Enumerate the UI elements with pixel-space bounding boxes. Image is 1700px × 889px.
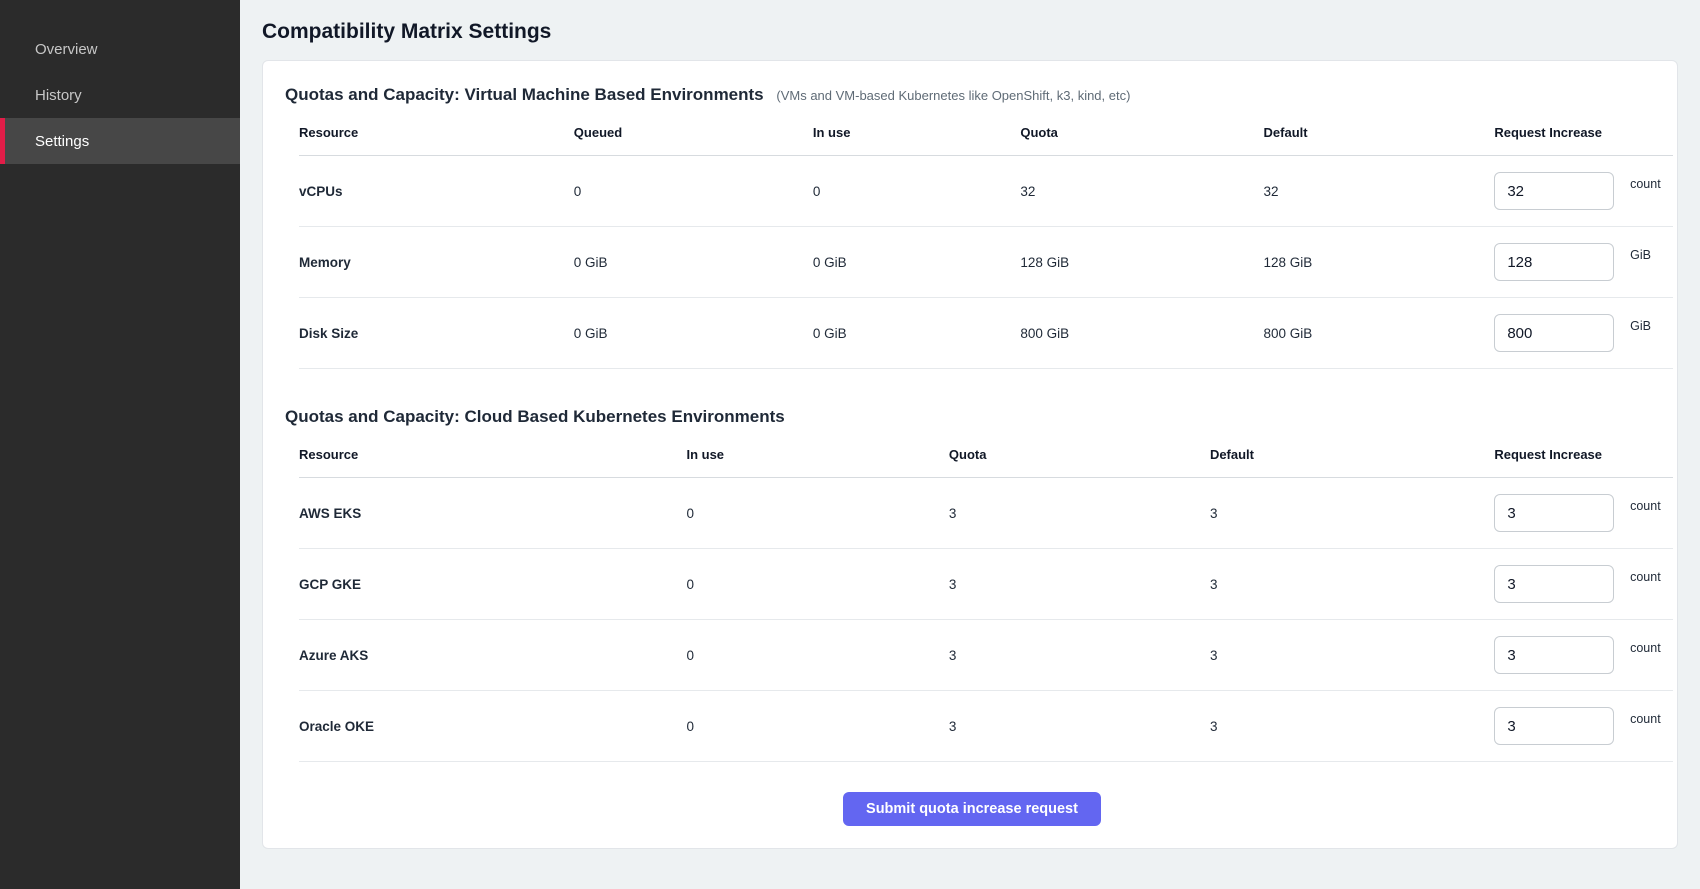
unit-label: count: [1630, 712, 1661, 726]
vm-section-title: Quotas and Capacity: Virtual Machine Bas…: [285, 85, 764, 104]
settings-card: Quotas and Capacity: Virtual Machine Bas…: [262, 60, 1678, 849]
column-header-resource: Resource: [299, 111, 574, 156]
default-cell: 800 GiB: [1264, 298, 1495, 369]
sidebar-item-label: History: [35, 87, 82, 104]
submit-row: Submit quota increase request: [285, 762, 1659, 826]
request-increase-input[interactable]: [1494, 636, 1614, 674]
vm-quota-table: Resource Queued In use Quota Default Req…: [299, 111, 1673, 369]
request-increase-input[interactable]: [1494, 707, 1614, 745]
in-use-cell: 0 GiB: [813, 227, 1020, 298]
quota-cell: 800 GiB: [1020, 298, 1263, 369]
unit-label: count: [1630, 177, 1661, 191]
resource-cell: GCP GKE: [299, 549, 686, 620]
vm-table-header-row: Resource Queued In use Quota Default Req…: [299, 111, 1673, 156]
column-header-quota: Quota: [1020, 111, 1263, 156]
in-use-cell: 0: [686, 620, 948, 691]
request-cell: count: [1494, 478, 1673, 549]
queued-cell: 0 GiB: [574, 298, 813, 369]
table-row: vCPUs 0 0 32 32 count: [299, 156, 1673, 227]
request-cell: count: [1494, 620, 1673, 691]
request-cell: count: [1494, 549, 1673, 620]
quota-cell: 3: [949, 691, 1210, 762]
request-increase-input[interactable]: [1494, 494, 1614, 532]
column-header-default: Default: [1210, 433, 1494, 478]
submit-quota-increase-button[interactable]: Submit quota increase request: [843, 792, 1101, 826]
sidebar-item-history[interactable]: History: [0, 72, 240, 118]
request-cell: GiB: [1494, 298, 1673, 369]
resource-cell: AWS EKS: [299, 478, 686, 549]
page-title: Compatibility Matrix Settings: [262, 20, 1678, 44]
table-row: Oracle OKE 0 3 3 count: [299, 691, 1673, 762]
default-cell: 3: [1210, 478, 1494, 549]
column-header-resource: Resource: [299, 433, 686, 478]
unit-label: count: [1630, 499, 1661, 513]
sidebar-item-label: Settings: [35, 133, 89, 150]
in-use-cell: 0: [813, 156, 1020, 227]
vm-section-subtitle: (VMs and VM-based Kubernetes like OpenSh…: [776, 88, 1130, 103]
request-increase-input[interactable]: [1494, 172, 1614, 210]
unit-label: GiB: [1630, 248, 1651, 262]
quota-cell: 32: [1020, 156, 1263, 227]
request-cell: count: [1494, 691, 1673, 762]
cloud-section-title: Quotas and Capacity: Cloud Based Kuberne…: [285, 407, 785, 426]
request-increase-input[interactable]: [1494, 243, 1614, 281]
unit-label: count: [1630, 641, 1661, 655]
unit-label: GiB: [1630, 319, 1651, 333]
sidebar: Overview History Settings: [0, 0, 240, 889]
default-cell: 128 GiB: [1264, 227, 1495, 298]
table-row: AWS EKS 0 3 3 count: [299, 478, 1673, 549]
sidebar-item-overview[interactable]: Overview: [0, 26, 240, 72]
column-header-request-increase: Request Increase: [1494, 433, 1673, 478]
resource-cell: Azure AKS: [299, 620, 686, 691]
table-row: Memory 0 GiB 0 GiB 128 GiB 128 GiB GiB: [299, 227, 1673, 298]
request-increase-input[interactable]: [1494, 565, 1614, 603]
quota-cell: 3: [949, 478, 1210, 549]
queued-cell: 0 GiB: [574, 227, 813, 298]
table-row: Disk Size 0 GiB 0 GiB 800 GiB 800 GiB Gi…: [299, 298, 1673, 369]
column-header-in-use: In use: [813, 111, 1020, 156]
in-use-cell: 0: [686, 691, 948, 762]
cloud-section-heading: Quotas and Capacity: Cloud Based Kuberne…: [285, 407, 1659, 427]
in-use-cell: 0: [686, 549, 948, 620]
column-header-default: Default: [1264, 111, 1495, 156]
quota-cell: 128 GiB: [1020, 227, 1263, 298]
in-use-cell: 0 GiB: [813, 298, 1020, 369]
resource-cell: Oracle OKE: [299, 691, 686, 762]
quota-cell: 3: [949, 549, 1210, 620]
default-cell: 3: [1210, 549, 1494, 620]
sidebar-item-settings[interactable]: Settings: [0, 118, 240, 164]
cloud-quota-table: Resource In use Quota Default Request In…: [299, 433, 1673, 762]
resource-cell: Disk Size: [299, 298, 574, 369]
column-header-in-use: In use: [686, 433, 948, 478]
resource-cell: Memory: [299, 227, 574, 298]
column-header-quota: Quota: [949, 433, 1210, 478]
table-row: Azure AKS 0 3 3 count: [299, 620, 1673, 691]
unit-label: count: [1630, 570, 1661, 584]
default-cell: 3: [1210, 691, 1494, 762]
quota-cell: 3: [949, 620, 1210, 691]
column-header-request-increase: Request Increase: [1494, 111, 1673, 156]
request-cell: GiB: [1494, 227, 1673, 298]
in-use-cell: 0: [686, 478, 948, 549]
vm-section-heading: Quotas and Capacity: Virtual Machine Bas…: [285, 85, 1659, 105]
main-content: Compatibility Matrix Settings Quotas and…: [240, 0, 1700, 889]
request-cell: count: [1494, 156, 1673, 227]
default-cell: 32: [1264, 156, 1495, 227]
queued-cell: 0: [574, 156, 813, 227]
column-header-queued: Queued: [574, 111, 813, 156]
table-row: GCP GKE 0 3 3 count: [299, 549, 1673, 620]
default-cell: 3: [1210, 620, 1494, 691]
request-increase-input[interactable]: [1494, 314, 1614, 352]
cloud-table-header-row: Resource In use Quota Default Request In…: [299, 433, 1673, 478]
sidebar-item-label: Overview: [35, 41, 98, 58]
resource-cell: vCPUs: [299, 156, 574, 227]
